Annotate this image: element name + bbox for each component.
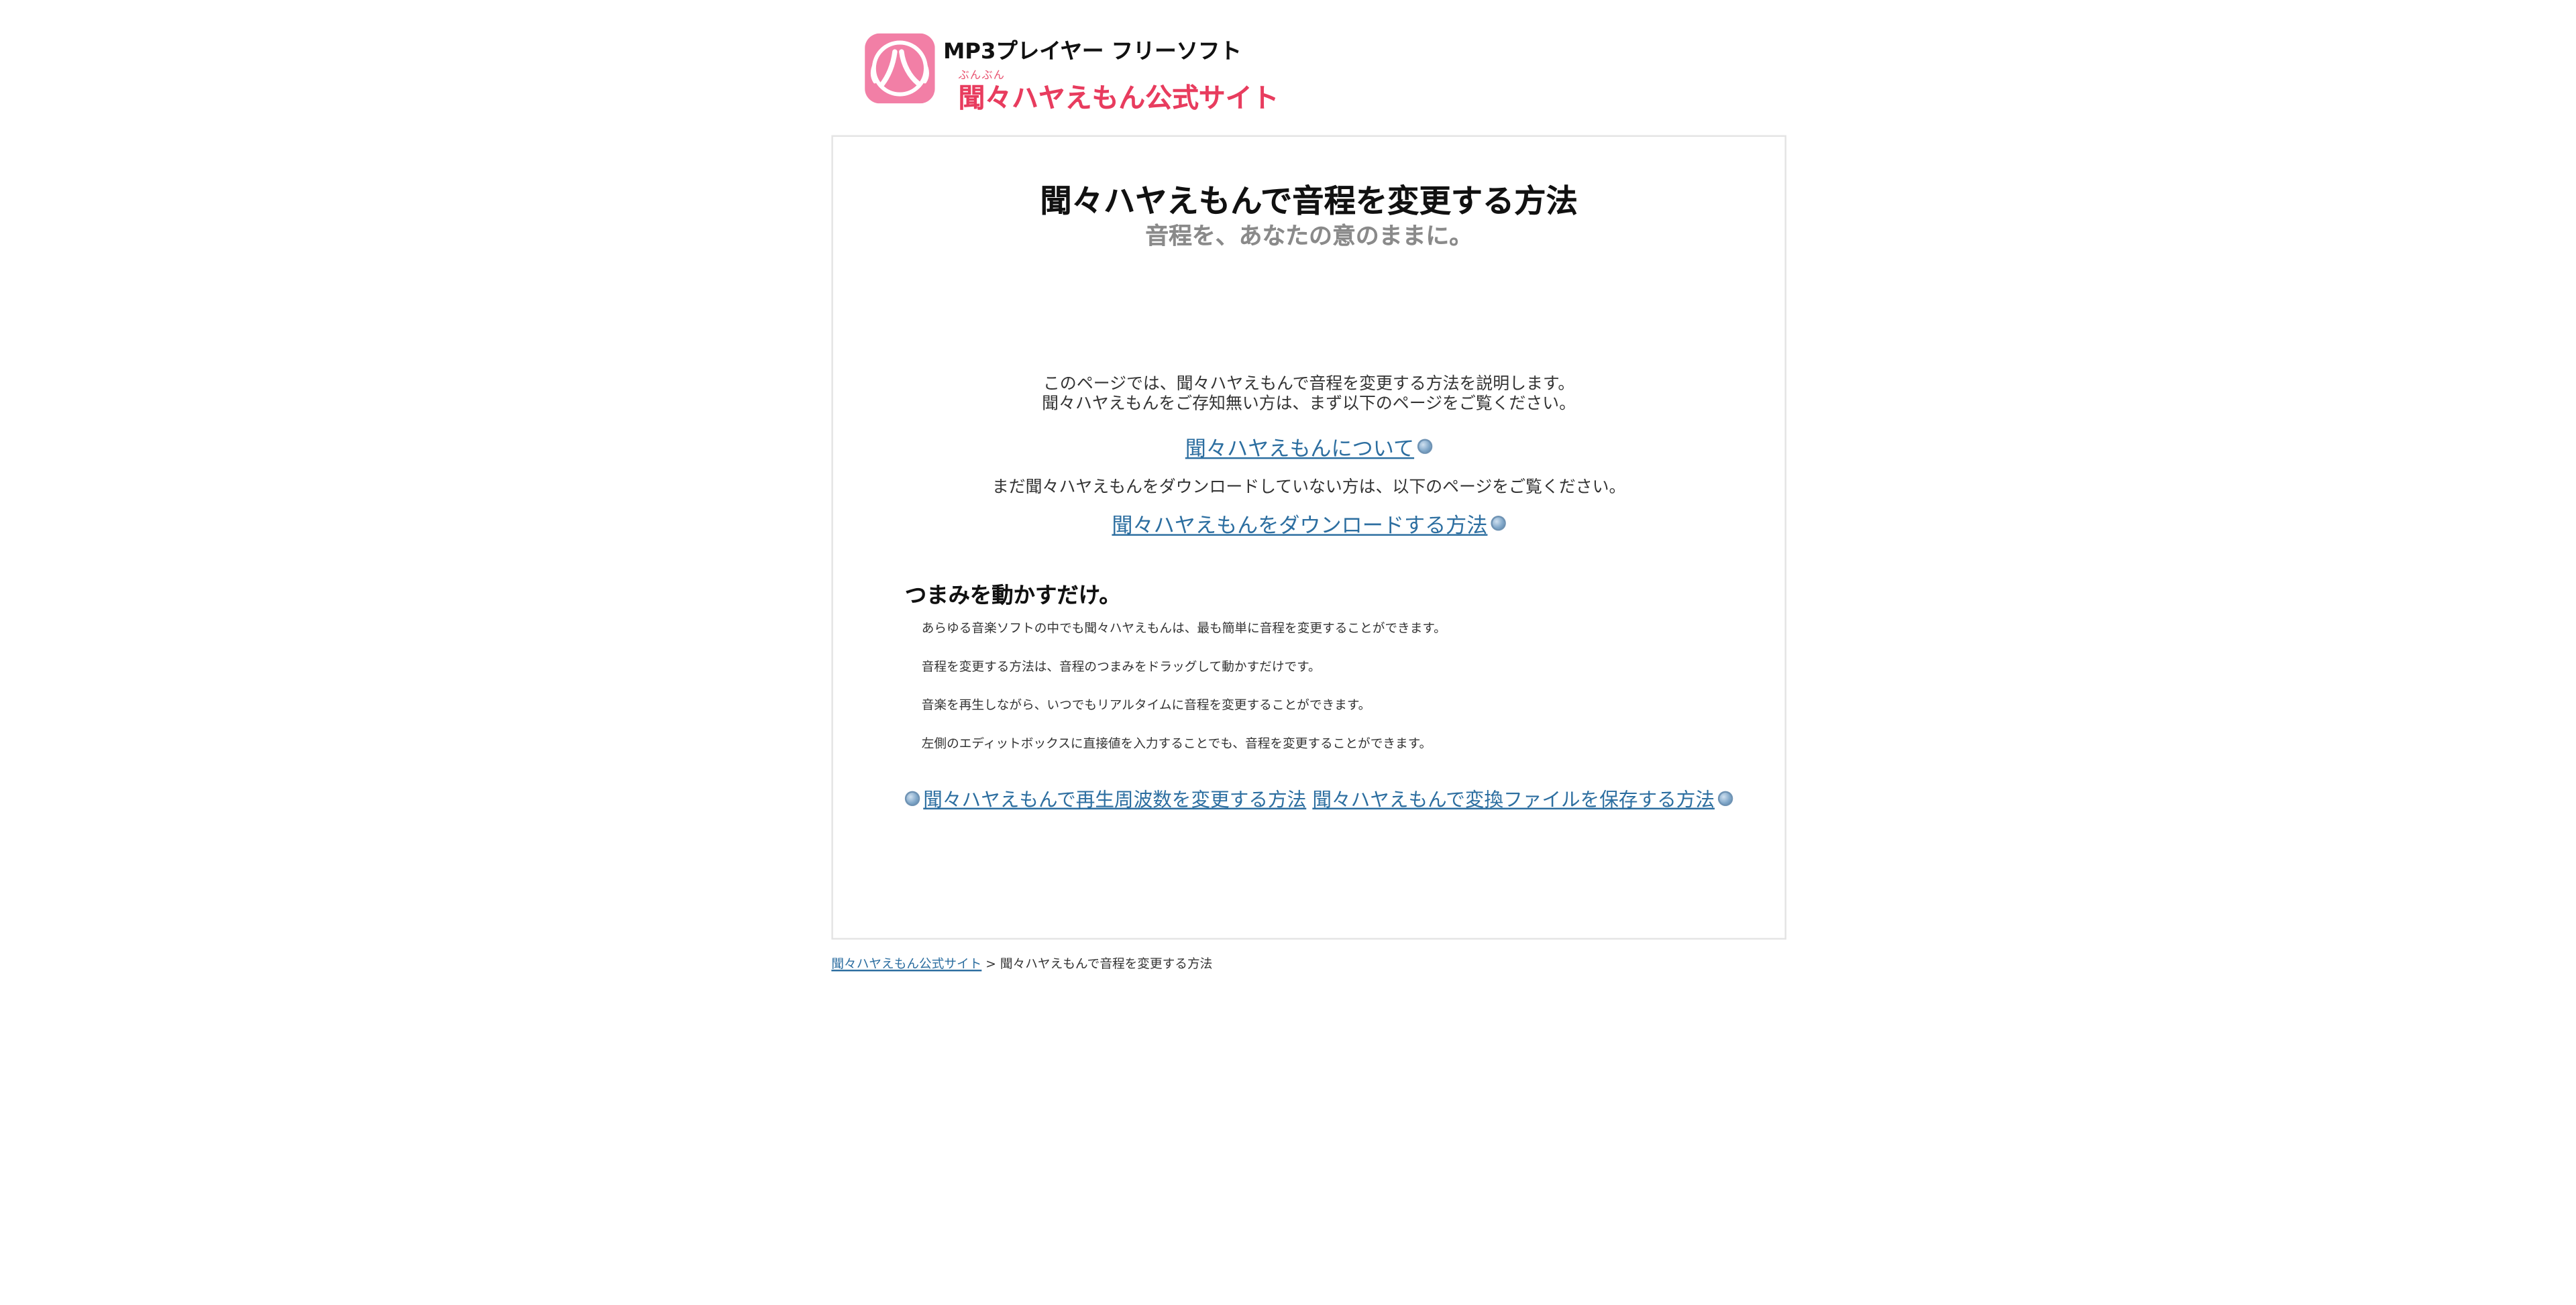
link-bullet-icon: [1417, 439, 1433, 454]
about-link-row: 聞々ハヤえもんについて: [833, 431, 1785, 462]
breadcrumb-separator: >: [985, 956, 996, 972]
page-navigation: 聞々ハヤえもんで再生周波数を変更する方法 聞々ハヤえもんで変換ファイルを保存する…: [904, 786, 1733, 813]
page-root: MP3プレイヤー フリーソフト ぶんぶん 聞々ハヤえもん公式サイト 聞々ハヤえも…: [0, 0, 2576, 1305]
next-page-link[interactable]: 聞々ハヤえもんで変換ファイルを保存する方法: [1312, 788, 1715, 811]
next-bullet-icon: [1717, 791, 1733, 807]
page-subtitle: 音程を、あなたの意のままに。: [1145, 223, 1473, 251]
breadcrumb-current: 聞々ハヤえもんで音程を変更する方法: [1000, 956, 1213, 972]
intro-text: このページでは、聞々ハヤえもんで音程を変更する方法を説明します。 聞々ハヤえもん…: [833, 376, 1785, 416]
section-heading: つまみを動かすだけ。: [904, 584, 1121, 610]
main-panel: 聞々ハヤえもんで音程を変更する方法 音程を、あなたの意のままに。 このページでは…: [831, 135, 1786, 940]
hayaemon-logo-icon[interactable]: [865, 33, 935, 104]
section-paragraph: 音楽を再生しながら、いつでもリアルタイムに音程を変更することができます。: [921, 697, 1371, 713]
section-paragraph: 左側のエディットボックスに直接値を入力することでも、音程を変更することができます…: [921, 736, 1432, 751]
site-header: MP3プレイヤー フリーソフト ぶんぶん 聞々ハヤえもん公式サイト: [865, 30, 1366, 113]
section-paragraph: 音程を変更する方法は、音程のつまみをドラッグして動かすだけです。: [921, 659, 1321, 675]
prev-page-link[interactable]: 聞々ハヤえもんで再生周波数を変更する方法: [923, 788, 1306, 811]
about-link[interactable]: 聞々ハヤえもんについて: [1185, 436, 1414, 461]
brand-name-link[interactable]: 聞々ハヤえもん公式サイト: [959, 75, 1279, 115]
prev-bullet-icon: [904, 791, 920, 807]
intro-line: 聞々ハヤえもんをご存知無い方は、まず以下のページをご覧ください。: [1042, 395, 1576, 414]
section-paragraph: あらゆる音楽ソフトの中でも聞々ハヤえもんは、最も簡単に音程を変更することができま…: [921, 620, 1446, 636]
download-link[interactable]: 聞々ハヤえもんをダウンロードする方法: [1112, 512, 1487, 537]
breadcrumb: 聞々ハヤえもん公式サイト > 聞々ハヤえもんで音程を変更する方法: [831, 955, 1212, 973]
link-bullet-icon: [1491, 516, 1506, 531]
download-note: まだ聞々ハヤえもんをダウンロードしていない方は、以下のページをご覧ください。: [991, 479, 1626, 498]
download-link-row: 聞々ハヤえもんをダウンロードする方法: [833, 508, 1785, 539]
breadcrumb-home-link[interactable]: 聞々ハヤえもん公式サイト: [831, 956, 981, 971]
brand-tagline: MP3プレイヤー フリーソフト: [943, 40, 1242, 66]
page-title: 聞々ハヤえもんで音程を変更する方法: [1040, 183, 1578, 221]
intro-line: このページでは、聞々ハヤえもんで音程を変更する方法を説明します。: [1043, 375, 1575, 394]
